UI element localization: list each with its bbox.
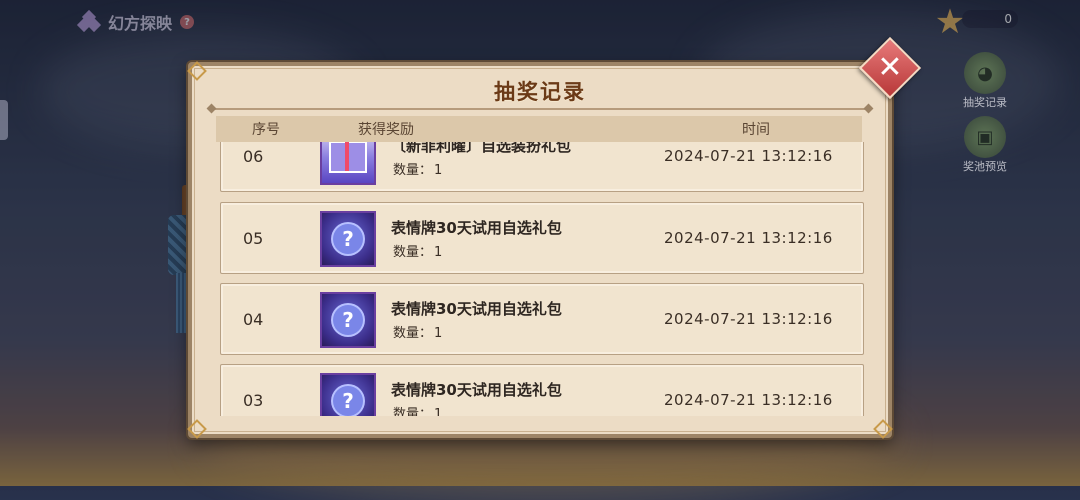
event-title: 幻方探映 [108, 14, 173, 33]
qty-label: 数量： [393, 326, 433, 341]
reward-quantity: 数量： 1 [391, 159, 442, 178]
record-list[interactable]: 06 〔新菲利曜〕自选装扮礼包 数量： 1 2024-07-21 13:12:16… [220, 142, 866, 416]
pool-preview-label: 奖池预览 [963, 160, 1007, 173]
corner-ornament [187, 419, 207, 439]
gift-box-icon [320, 142, 376, 185]
table-row: 04 ? 表情牌30天试用自选礼包 数量： 1 2024-07-21 13:12:… [220, 283, 864, 355]
reward-name: 表情牌30天试用自选礼包 [391, 219, 562, 237]
title-divider [212, 108, 868, 110]
qty-label: 数量： [393, 407, 433, 416]
row-time: 2024-07-21 13:12:16 [664, 229, 833, 247]
help-icon[interactable]: ? [180, 15, 195, 29]
header-reward: 获得奖励 [358, 122, 414, 138]
row-index: 04 [243, 309, 264, 329]
left-edge-tab[interactable] [0, 100, 8, 140]
corner-ornament [873, 419, 893, 439]
qty-label: 数量： [393, 163, 433, 178]
qty-value: 1 [434, 245, 443, 260]
reward-name: 〔新菲利曜〕自选装扮礼包 [391, 142, 572, 155]
draw-record-label: 抽奖记录 [963, 96, 1007, 109]
close-icon: ✕ [877, 50, 903, 85]
draw-record-button[interactable]: ◕ 抽奖记录 [950, 52, 1020, 110]
qty-label: 数量： [393, 245, 433, 260]
row-index: 06 [243, 146, 264, 166]
table-header: 序号 获得奖励 时间 [216, 116, 862, 142]
mystery-question-icon: ? [320, 211, 376, 267]
reward-quantity: 数量： 1 [391, 322, 442, 341]
reward-name: 表情牌30天试用自选礼包 [391, 381, 562, 399]
mystery-question-icon: ? [320, 373, 376, 416]
table-row: 05 ? 表情牌30天试用自选礼包 数量： 1 2024-07-21 13:12:… [220, 202, 864, 274]
header-time: 时间 [742, 122, 770, 138]
dialog-title: 抽奖记录 [494, 80, 586, 104]
cube-icon [76, 9, 102, 33]
row-time: 2024-07-21 13:12:16 [664, 391, 833, 409]
table-row: 03 ? 表情牌30天试用自选礼包 数量： 1 2024-07-21 13:12:… [220, 364, 864, 416]
row-time: 2024-07-21 13:12:16 [664, 147, 833, 165]
table-row: 06 〔新菲利曜〕自选装扮礼包 数量： 1 2024-07-21 13:12:16 [220, 142, 864, 192]
gift-icon: ▣ [964, 116, 1006, 158]
pool-preview-button[interactable]: ▣ 奖池预览 [950, 116, 1020, 174]
mystery-question-icon: ? [320, 292, 376, 348]
event-title-bar: 幻方探映 ? [76, 8, 195, 36]
row-index: 05 [243, 228, 264, 248]
qty-value: 1 [434, 163, 443, 178]
currency-counter: 0 [962, 10, 1018, 28]
row-index: 03 [243, 390, 264, 410]
qty-value: 1 [434, 407, 443, 416]
header-index: 序号 [252, 122, 280, 138]
qty-value: 1 [434, 326, 443, 341]
draw-record-dialog: 抽奖记录 序号 获得奖励 时间 06 〔新菲利曜〕自选装扮礼包 数量： 1 202… [187, 61, 893, 439]
reward-quantity: 数量： 1 [391, 403, 442, 416]
reward-name: 表情牌30天试用自选礼包 [391, 300, 562, 318]
cat-icon: ◕ [964, 52, 1006, 94]
row-time: 2024-07-21 13:12:16 [664, 310, 833, 328]
reward-quantity: 数量： 1 [391, 241, 442, 260]
